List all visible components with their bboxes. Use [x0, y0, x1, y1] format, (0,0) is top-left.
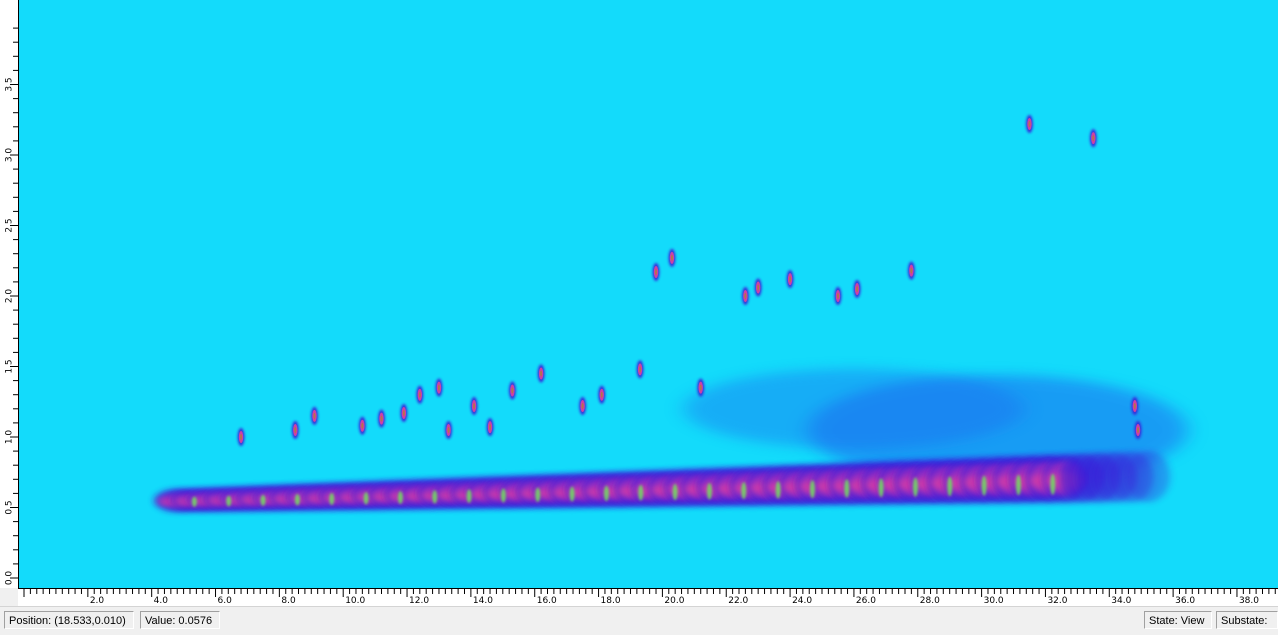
x-tick-label: 36.0 — [1175, 596, 1195, 606]
x-tick-label: 34.0 — [1111, 596, 1131, 606]
band-hotspot — [363, 492, 369, 505]
peak-spot — [416, 385, 424, 404]
x-tick-label: 8.0 — [281, 596, 296, 606]
peak-spot — [537, 364, 545, 383]
band-hotspot — [603, 485, 609, 502]
x-tick-label: 22.0 — [728, 596, 748, 606]
band-hotspot — [535, 487, 541, 503]
y-tick-label: 3.0 — [5, 148, 15, 163]
band-segment — [1125, 450, 1170, 503]
y-tick-label: 0.5 — [5, 500, 15, 514]
band-hotspot — [981, 475, 987, 496]
x-tick-label: 10.0 — [345, 596, 365, 606]
peak-spot — [754, 278, 762, 297]
band-hotspot — [706, 483, 712, 500]
state-readout: State: View — [1144, 611, 1212, 629]
peak-spot — [598, 385, 606, 404]
band-hotspot — [294, 493, 300, 506]
heatmap-canvas[interactable] — [18, 0, 1278, 588]
peak-spot — [636, 360, 644, 379]
peak-spot — [470, 396, 478, 415]
peak-spot — [668, 248, 676, 267]
x-axis: 2.0 4.0 6.0 8.0 10.0 12.0 14.0 16.0 18.0 20.0 22.0… — [18, 588, 1278, 607]
y-tick-label: 0.0 — [5, 571, 15, 586]
x-tick-label: 38.0 — [1239, 596, 1259, 606]
x-tick-label: 14.0 — [473, 596, 493, 606]
value-readout: Value: 0.0576 — [140, 611, 220, 629]
band-hotspot — [432, 490, 438, 504]
peak-spot — [291, 420, 299, 439]
position-readout: Position: (18.533,0.010) — [4, 611, 134, 629]
band-hotspot — [466, 489, 472, 504]
band-hotspot — [844, 479, 850, 498]
band-hotspot — [809, 480, 815, 499]
band-hotspot — [912, 477, 918, 497]
peak-spot — [786, 270, 794, 289]
x-tick-label: 28.0 — [920, 596, 940, 606]
x-tick-label: 4.0 — [154, 596, 169, 606]
haze-region — [683, 368, 1024, 449]
x-tick-label: 26.0 — [856, 596, 876, 606]
band-hotspot — [672, 483, 678, 501]
band-hotspot — [500, 488, 506, 503]
band-hotspot — [397, 491, 403, 504]
peak-spot — [435, 378, 443, 397]
peak-spot — [652, 263, 660, 282]
peak-spot — [697, 378, 705, 397]
x-tick-label: 30.0 — [984, 596, 1004, 606]
x-tick-label: 16.0 — [537, 596, 557, 606]
x-tick-label: 12.0 — [409, 596, 429, 606]
peak-spot — [907, 261, 915, 280]
x-tick-label: 2.0 — [90, 596, 105, 606]
x-tick-label: 24.0 — [792, 596, 812, 606]
status-bar: Position: (18.533,0.010) Value: 0.0576 S… — [0, 606, 1278, 635]
y-tick-label: 3.5 — [5, 77, 15, 91]
y-tick-label: 1.0 — [5, 430, 15, 445]
band-hotspot — [226, 495, 232, 507]
x-tick-label: 18.0 — [601, 596, 621, 606]
plot-area[interactable] — [18, 0, 1278, 588]
band-hotspot — [1015, 474, 1021, 496]
band-hotspot — [569, 486, 575, 502]
band-hotspot — [878, 478, 884, 498]
peak-spot — [400, 404, 408, 423]
y-tick-label: 1.5 — [5, 359, 15, 373]
band-hotspot — [741, 482, 747, 500]
peak-spot — [741, 287, 749, 305]
peak-spot — [579, 396, 587, 415]
peak-spot — [378, 409, 386, 428]
main-band — [155, 450, 1170, 513]
band-hotspot — [1050, 473, 1056, 495]
peak-spot — [1025, 114, 1033, 133]
peak-spot — [1089, 129, 1097, 148]
band-hotspot — [775, 481, 781, 499]
band-hotspot — [638, 484, 644, 501]
peak-spot — [358, 416, 366, 435]
peak-spot — [237, 428, 245, 446]
peak-spot — [853, 279, 861, 298]
y-tick-label: 2.0 — [5, 289, 15, 304]
peak-spot — [834, 287, 842, 305]
band-hotspot — [329, 493, 335, 505]
peak-spot — [310, 406, 318, 425]
x-tick-label: 32.0 — [1047, 596, 1067, 606]
x-tick-label: 6.0 — [218, 596, 233, 606]
x-tick-label: 20.0 — [664, 596, 684, 606]
y-tick-label: 2.5 — [5, 218, 15, 232]
peak-spot — [1134, 420, 1142, 439]
band-hotspot — [947, 476, 953, 497]
peak-spot — [445, 420, 453, 439]
peak-spot — [508, 381, 516, 400]
substate-readout: Substate: — [1216, 611, 1278, 629]
peak-spot — [1131, 396, 1139, 415]
band-hotspot — [191, 496, 197, 507]
y-axis: 0.0 0.5 1.0 1.5 2.0 2.5 3.0 3.5 — [0, 0, 19, 588]
peak-spot — [486, 418, 494, 437]
band-hotspot — [260, 494, 266, 506]
